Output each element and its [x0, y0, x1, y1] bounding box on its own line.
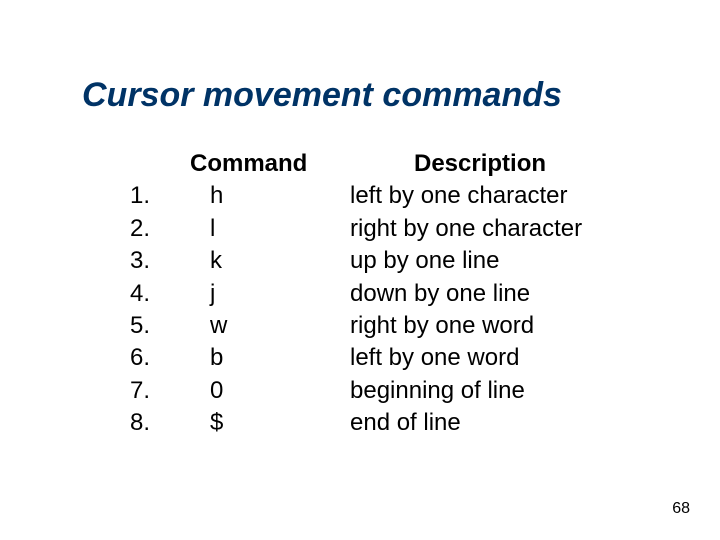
row-description: up by one line [350, 245, 630, 277]
row-command: 0 [190, 375, 350, 407]
row-number: 1. [130, 180, 190, 212]
row-description: end of line [350, 407, 630, 439]
row-description: right by one character [350, 213, 630, 245]
table-row: 3. k up by one line [130, 245, 630, 277]
row-number: 8. [130, 407, 190, 439]
row-number: 6. [130, 342, 190, 374]
table-row: 4. j down by one line [130, 278, 630, 310]
table-row: 8. $ end of line [130, 407, 630, 439]
row-number: 3. [130, 245, 190, 277]
row-description: left by one word [350, 342, 630, 374]
row-description: right by one word [350, 310, 630, 342]
page-number: 68 [672, 500, 690, 518]
row-command: h [190, 180, 350, 212]
row-description: beginning of line [350, 375, 630, 407]
table-row: 7. 0 beginning of line [130, 375, 630, 407]
header-description: Description [330, 148, 630, 180]
row-number: 4. [130, 278, 190, 310]
slide: Cursor movement commands Command Descrip… [0, 0, 720, 540]
row-command: j [190, 278, 350, 310]
row-number: 5. [130, 310, 190, 342]
table-row: 1. h left by one character [130, 180, 630, 212]
command-table: Command Description 1. h left by one cha… [130, 148, 630, 440]
row-command: $ [190, 407, 350, 439]
row-number: 2. [130, 213, 190, 245]
row-command: k [190, 245, 350, 277]
row-number: 7. [130, 375, 190, 407]
table-row: 5. w right by one word [130, 310, 630, 342]
row-description: down by one line [350, 278, 630, 310]
row-description: left by one character [350, 180, 630, 212]
row-command: b [190, 342, 350, 374]
table-header-row: Command Description [130, 148, 630, 180]
table-row: 6. b left by one word [130, 342, 630, 374]
header-command: Command [190, 148, 330, 180]
row-command: w [190, 310, 350, 342]
table-row: 2. l right by one character [130, 213, 630, 245]
slide-title: Cursor movement commands [0, 0, 720, 114]
row-command: l [190, 213, 350, 245]
